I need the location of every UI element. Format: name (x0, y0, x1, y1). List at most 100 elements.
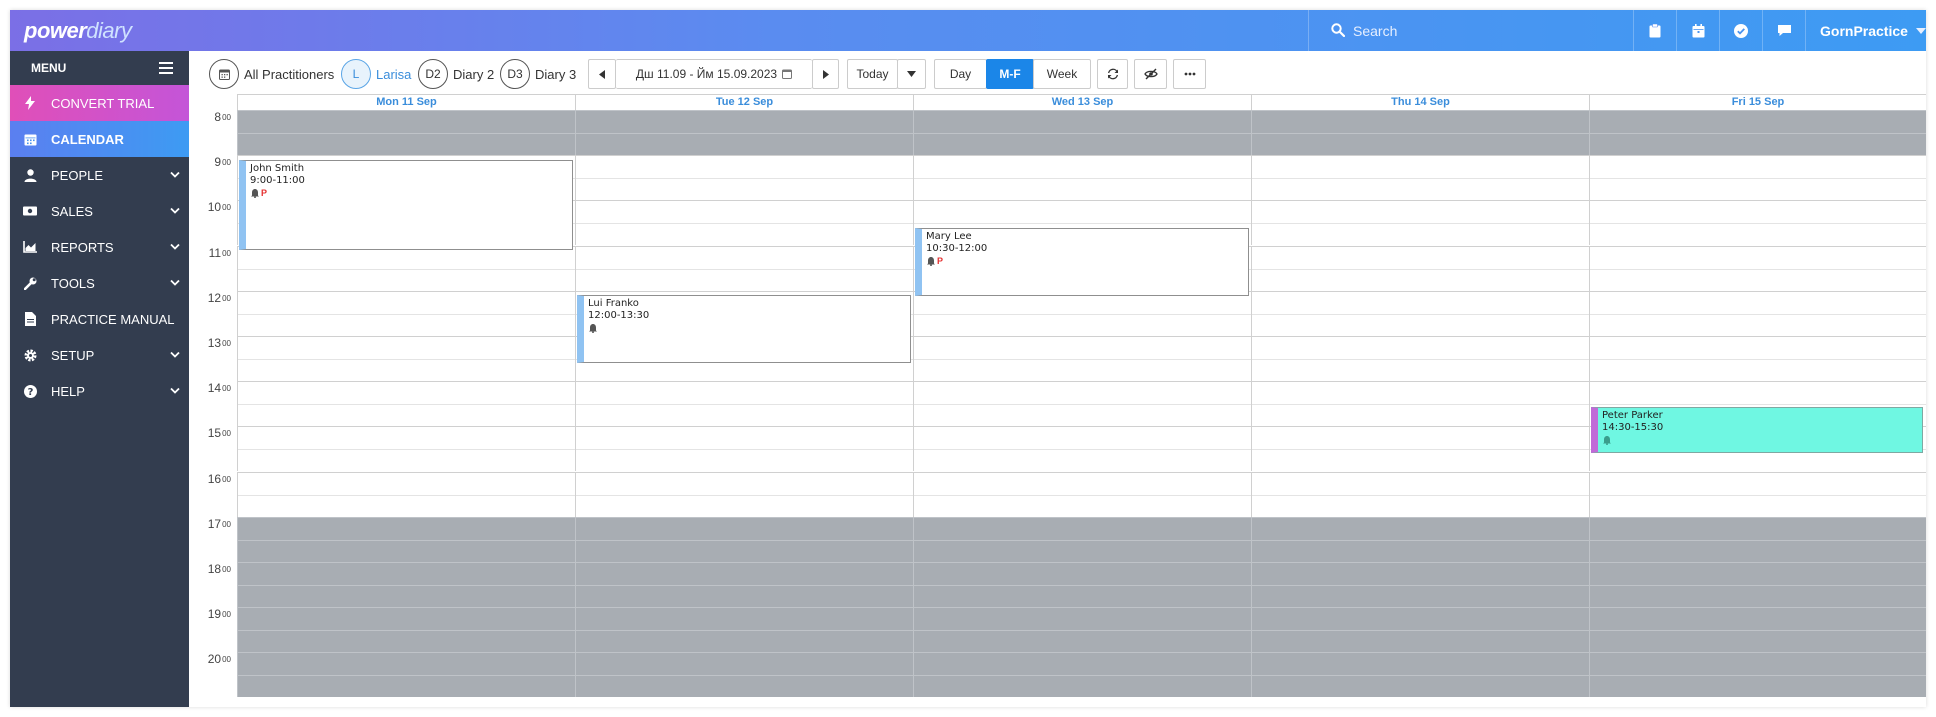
time-slot[interactable] (575, 472, 913, 517)
time-slot[interactable] (1251, 517, 1589, 562)
time-slot[interactable] (1251, 246, 1589, 291)
refresh-button[interactable] (1097, 59, 1128, 89)
time-slot[interactable] (913, 426, 1251, 471)
appointment-mary-lee[interactable]: Mary Lee 10:30-12:00 P (915, 228, 1249, 296)
hide-toggle-button[interactable] (1134, 59, 1167, 89)
time-slot[interactable] (1589, 607, 1926, 652)
time-slot[interactable] (237, 336, 575, 381)
day-header-thu[interactable]: Thu 14 Sep (1251, 94, 1589, 110)
more-options-button[interactable] (1173, 59, 1206, 89)
time-slot[interactable] (913, 291, 1251, 336)
time-slot[interactable] (575, 110, 913, 155)
time-slot[interactable] (913, 607, 1251, 652)
time-label-hour: 10 (207, 200, 222, 214)
all-practitioners-filter[interactable]: All Practitioners (209, 59, 334, 89)
time-slot[interactable] (1589, 472, 1926, 517)
day-header-tue[interactable]: Tue 12 Sep (575, 94, 913, 110)
time-slot[interactable] (237, 381, 575, 426)
time-slot[interactable] (1589, 110, 1926, 155)
practitioner-chip-diary-3[interactable]: D3 Diary 3 (500, 59, 576, 89)
sidebar-item-setup[interactable]: SETUP (10, 337, 189, 373)
time-slot[interactable] (1251, 562, 1589, 607)
time-slot[interactable] (575, 652, 913, 697)
time-slot[interactable] (575, 562, 913, 607)
time-slot[interactable] (575, 200, 913, 245)
time-slot[interactable] (575, 155, 913, 200)
practitioner-chip-larisa[interactable]: L Larisa (341, 59, 411, 89)
time-slot[interactable] (1589, 200, 1926, 245)
time-slot[interactable] (913, 652, 1251, 697)
appointment-john-smith[interactable]: John Smith 9:00-11:00 P (239, 160, 573, 250)
powerdiary-logo[interactable]: powerdiary (24, 18, 132, 44)
time-slot[interactable] (575, 517, 913, 562)
view-mf-button[interactable]: M-F (986, 59, 1034, 89)
today-button[interactable]: Today (847, 59, 898, 89)
practice-dropdown[interactable]: GornPractice (1805, 10, 1926, 51)
day-header-wed[interactable]: Wed 13 Sep (913, 94, 1251, 110)
time-slot[interactable] (237, 607, 575, 652)
time-slot[interactable] (913, 381, 1251, 426)
time-slot[interactable] (1589, 652, 1926, 697)
time-slot[interactable] (1251, 200, 1589, 245)
practitioner-chip-diary-2[interactable]: D2 Diary 2 (418, 59, 494, 89)
time-slot[interactable] (913, 110, 1251, 155)
time-slot[interactable] (1589, 155, 1926, 200)
next-week-button[interactable] (812, 59, 839, 89)
sidebar-item-practice-manual[interactable]: PRACTICE MANUAL (10, 301, 189, 337)
time-slot[interactable] (1589, 517, 1926, 562)
day-header-mon[interactable]: Mon 11 Sep (237, 94, 575, 110)
date-range-picker[interactable]: Дш 11.09 - Йм 15.09.2023 (616, 59, 812, 89)
time-slot[interactable] (237, 472, 575, 517)
time-slot[interactable] (575, 381, 913, 426)
tasks-button[interactable] (1719, 10, 1762, 51)
time-slot[interactable] (1251, 472, 1589, 517)
time-slot[interactable] (913, 562, 1251, 607)
appointment-lui-franko[interactable]: Lui Franko 12:00-13:30 (577, 295, 911, 363)
time-slot[interactable] (575, 246, 913, 291)
sidebar-item-convert-trial[interactable]: CONVERT TRIAL (10, 85, 189, 121)
time-slot[interactable] (237, 562, 575, 607)
time-slot[interactable] (1589, 562, 1926, 607)
sidebar-item-people[interactable]: PEOPLE (10, 157, 189, 193)
time-slot[interactable] (1251, 607, 1589, 652)
time-slot[interactable] (913, 472, 1251, 517)
time-slot[interactable] (1589, 336, 1926, 381)
time-slot[interactable] (1251, 426, 1589, 471)
time-slot[interactable] (575, 426, 913, 471)
view-week-button[interactable]: Week (1033, 59, 1091, 89)
calendar-add-button[interactable] (1676, 10, 1719, 51)
sidebar-item-tools[interactable]: TOOLS (10, 265, 189, 301)
time-slot[interactable] (237, 291, 575, 336)
time-slot[interactable] (1251, 336, 1589, 381)
time-slot[interactable] (1251, 110, 1589, 155)
time-slot[interactable] (237, 517, 575, 562)
hour-row: 1900 (189, 607, 1926, 652)
time-slot[interactable] (913, 155, 1251, 200)
today-options-button[interactable] (897, 59, 926, 89)
time-slot[interactable] (1251, 381, 1589, 426)
day-header-fri[interactable]: Fri 15 Sep (1589, 94, 1926, 110)
time-slot[interactable] (913, 517, 1251, 562)
previous-week-button[interactable] (588, 59, 616, 89)
sidebar-item-reports[interactable]: REPORTS (10, 229, 189, 265)
sidebar-item-help[interactable]: ? HELP (10, 373, 189, 409)
time-slot[interactable] (237, 110, 575, 155)
time-slot[interactable] (1589, 291, 1926, 336)
sidebar-item-calendar[interactable]: CALENDAR (10, 121, 189, 157)
time-slot[interactable] (575, 607, 913, 652)
clipboard-button[interactable] (1633, 10, 1676, 51)
sidebar-item-sales[interactable]: SALES (10, 193, 189, 229)
time-slot[interactable] (237, 246, 575, 291)
search-input[interactable] (1353, 18, 1623, 43)
messages-button[interactable] (1762, 10, 1805, 51)
time-slot[interactable] (1251, 291, 1589, 336)
time-slot[interactable] (913, 336, 1251, 381)
time-slot[interactable] (1251, 155, 1589, 200)
time-slot[interactable] (1251, 652, 1589, 697)
appointment-peter-parker[interactable]: Peter Parker 14:30-15:30 (1591, 407, 1923, 453)
time-slot[interactable] (237, 652, 575, 697)
view-day-button[interactable]: Day (934, 59, 987, 89)
time-slot[interactable] (237, 426, 575, 471)
time-slot[interactable] (1589, 246, 1926, 291)
hamburger-icon[interactable] (159, 62, 173, 74)
